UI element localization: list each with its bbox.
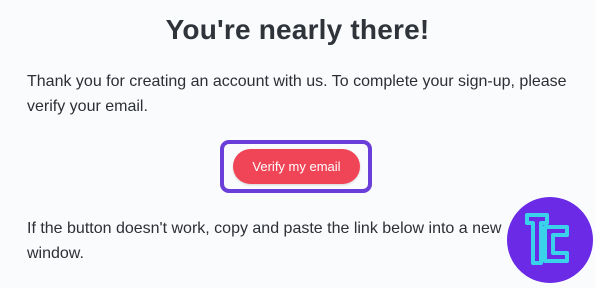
fallback-instructions: If the button doesn't work, copy and pas…	[27, 220, 502, 262]
page-title: You're nearly there!	[165, 14, 430, 45]
intro-text: Thank you for creating an account with u…	[27, 73, 567, 115]
verify-email-button[interactable]: Verify my email	[233, 149, 360, 184]
brand-logo-badge	[507, 197, 593, 283]
tc-logo-icon	[525, 213, 569, 265]
